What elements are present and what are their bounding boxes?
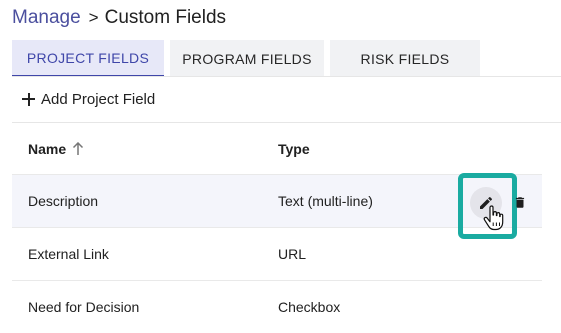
- add-project-field-label: Add Project Field: [41, 90, 156, 108]
- column-header-name-label: Name: [28, 140, 67, 157]
- breadcrumb-separator: >: [88, 8, 99, 27]
- row-name: Need for Decision: [28, 299, 140, 315]
- row-name: Description: [28, 193, 99, 209]
- trash-icon: [515, 196, 525, 208]
- breadcrumb: Manage > Custom Fields: [12, 6, 226, 30]
- tab-project-fields[interactable]: PROJECT FIELDS: [12, 40, 164, 77]
- arrow-up-icon[interactable]: [72, 141, 84, 156]
- plus-icon: [22, 92, 35, 106]
- column-header-name[interactable]: Name: [28, 123, 84, 174]
- column-header-type[interactable]: Type: [278, 123, 310, 174]
- page-title: Custom Fields: [104, 7, 227, 28]
- tab-risk-fields[interactable]: RISK FIELDS: [330, 40, 480, 77]
- row-type: URL: [278, 246, 307, 262]
- table-header-row: Name Type: [12, 123, 542, 175]
- tab-program-fields[interactable]: PROGRAM FIELDS: [170, 40, 324, 77]
- row-type: Checkbox: [278, 299, 341, 315]
- table-row[interactable]: Need for Decision Checkbox: [12, 281, 542, 333]
- add-project-field-button[interactable]: Add Project Field: [22, 88, 155, 110]
- tabs-divider: [12, 76, 561, 77]
- delete-button[interactable]: [512, 193, 528, 211]
- breadcrumb-manage-link[interactable]: Manage: [12, 7, 81, 29]
- row-type: Text (multi-line): [278, 193, 373, 209]
- row-name: External Link: [28, 246, 109, 262]
- hand-cursor-icon: [483, 205, 504, 231]
- field-type-tabs: PROJECT FIELDS PROGRAM FIELDS RISK FIELD…: [12, 40, 486, 77]
